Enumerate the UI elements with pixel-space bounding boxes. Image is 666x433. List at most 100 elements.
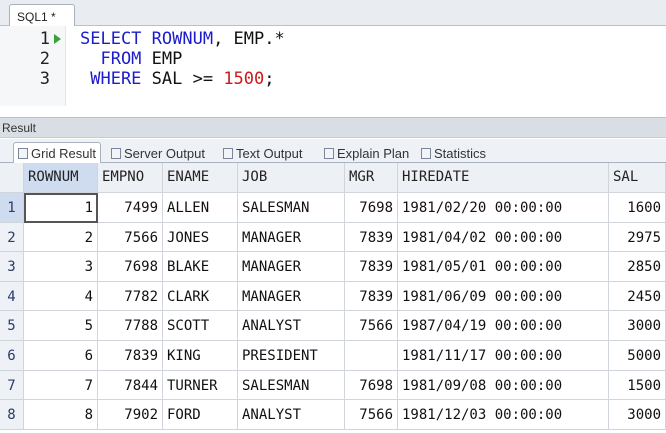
- grid-cell-job[interactable]: MANAGER: [238, 281, 345, 312]
- grid-cell-mgr[interactable]: 7839: [345, 281, 398, 312]
- code-line: 1 SELECT ROWNUM, EMP.*: [0, 29, 666, 49]
- row-header[interactable]: 3: [0, 252, 24, 282]
- tab-text-output[interactable]: Text Output: [218, 142, 307, 163]
- result-grid[interactable]: ROWNUM EMPNO ENAME JOB MGR HIREDATE SAL 1 1 7499 A…: [0, 163, 666, 433]
- column-header-ename[interactable]: ENAME: [163, 163, 238, 193]
- column-header-empno[interactable]: EMPNO: [98, 163, 163, 193]
- grid-cell-rownum[interactable]: 8: [24, 400, 98, 430]
- text-output-icon: [223, 148, 233, 159]
- grid-cell-hiredate[interactable]: 1981/11/17 00:00:00: [398, 341, 609, 371]
- grid-cell-sal[interactable]: 2850: [609, 252, 666, 282]
- grid-cell-job[interactable]: SALESMAN: [238, 370, 345, 401]
- grid-cell-rownum[interactable]: 6: [24, 341, 98, 371]
- grid-cell-empno[interactable]: 7698: [98, 252, 163, 282]
- grid-cell-rownum[interactable]: 7: [24, 370, 98, 401]
- tab-statistics[interactable]: Statistics: [416, 142, 491, 163]
- grid-cell-sal[interactable]: 2450: [609, 281, 666, 312]
- grid-cell-ename[interactable]: SCOTT: [163, 311, 238, 341]
- tab-label: Server Output: [124, 146, 205, 161]
- grid-cell-job[interactable]: ANALYST: [238, 311, 345, 341]
- code-line: 3 WHERE SAL >= 1500;: [0, 69, 666, 89]
- result-tab-bar: Grid Result Server Output Text Output Expla…: [0, 139, 666, 164]
- grid-cell-ename[interactable]: ALLEN: [163, 193, 238, 223]
- row-header[interactable]: 6: [0, 341, 24, 371]
- tab-label: Text Output: [236, 146, 303, 161]
- row-header[interactable]: 1: [0, 193, 24, 223]
- grid-cell-mgr[interactable]: 7698: [345, 370, 398, 401]
- result-panel-title: Result: [0, 117, 666, 138]
- explain-plan-icon: [324, 148, 334, 159]
- column-header-sal[interactable]: SAL: [609, 163, 666, 193]
- grid-cell-empno[interactable]: 7788: [98, 311, 163, 341]
- tab-grid-result[interactable]: Grid Result: [13, 142, 102, 164]
- row-header[interactable]: 8: [0, 400, 24, 430]
- grid-cell-sal[interactable]: 3000: [609, 311, 666, 341]
- sql-code: WHERE SAL >= 1500;: [80, 69, 275, 89]
- grid-cell-empno[interactable]: 7902: [98, 400, 163, 430]
- grid-cell-job[interactable]: MANAGER: [238, 222, 345, 253]
- sql-editor[interactable]: 1 SELECT ROWNUM, EMP.* 2 FROM EMP 3 WHERE S…: [0, 26, 666, 106]
- row-header[interactable]: 7: [0, 370, 24, 401]
- sql-code: SELECT ROWNUM, EMP.*: [80, 29, 285, 49]
- tab-server-output[interactable]: Server Output: [106, 142, 210, 163]
- grid-cell-ename[interactable]: FORD: [163, 400, 238, 430]
- tab-sql1[interactable]: SQL1 *: [9, 4, 75, 27]
- grid-cell-mgr[interactable]: 7698: [345, 193, 398, 223]
- column-header-mgr[interactable]: MGR: [345, 163, 398, 193]
- tab-label: Grid Result: [31, 146, 97, 161]
- grid-cell-hiredate[interactable]: 1981/09/08 00:00:00: [398, 370, 609, 401]
- column-header-rownum[interactable]: ROWNUM: [24, 163, 98, 193]
- grid-cell-empno[interactable]: 7782: [98, 281, 163, 312]
- grid-cell-rownum[interactable]: 5: [24, 311, 98, 341]
- grid-cell-empno[interactable]: 7839: [98, 341, 163, 371]
- row-header[interactable]: 2: [0, 222, 24, 253]
- line-number: 2: [39, 49, 50, 69]
- grid-cell-empno[interactable]: 7566: [98, 222, 163, 253]
- grid-cell-mgr[interactable]: 7839: [345, 252, 398, 282]
- grid-cell-sal[interactable]: 5000: [609, 341, 666, 371]
- grid-cell-job[interactable]: ANALYST: [238, 400, 345, 430]
- grid-cell-hiredate[interactable]: 1987/04/19 00:00:00: [398, 311, 609, 341]
- grid-cell-job[interactable]: MANAGER: [238, 252, 345, 282]
- grid-cell-sal[interactable]: 1600: [609, 193, 666, 223]
- row-header[interactable]: 5: [0, 311, 24, 341]
- grid-cell-sal[interactable]: 1500: [609, 370, 666, 401]
- grid-cell-rownum[interactable]: 2: [24, 222, 98, 253]
- grid-cell-mgr[interactable]: [345, 341, 398, 371]
- tab-label: Statistics: [434, 146, 487, 161]
- grid-icon: [18, 148, 28, 159]
- tab-explain-plan[interactable]: Explain Plan: [319, 142, 414, 163]
- grid-cell-mgr[interactable]: 7566: [345, 311, 398, 341]
- grid-cell-empno[interactable]: 7844: [98, 370, 163, 401]
- grid-corner[interactable]: [0, 163, 24, 193]
- grid-cell-hiredate[interactable]: 1981/02/20 00:00:00: [398, 193, 609, 223]
- grid-cell-sal[interactable]: 3000: [609, 400, 666, 430]
- grid-cell-mgr[interactable]: 7839: [345, 222, 398, 253]
- grid-cell-ename[interactable]: BLAKE: [163, 252, 238, 282]
- grid-cell-ename[interactable]: TURNER: [163, 370, 238, 401]
- column-header-job[interactable]: JOB: [238, 163, 345, 193]
- grid-cell-mgr[interactable]: 7566: [345, 400, 398, 430]
- grid-cell-ename[interactable]: JONES: [163, 222, 238, 253]
- statistics-icon: [421, 148, 431, 159]
- grid-cell-job[interactable]: PRESIDENT: [238, 341, 345, 371]
- row-header[interactable]: 4: [0, 281, 24, 312]
- grid-cell-rownum[interactable]: 4: [24, 281, 98, 312]
- grid-cell-hiredate[interactable]: 1981/05/01 00:00:00: [398, 252, 609, 282]
- server-output-icon: [111, 148, 121, 159]
- line-number: 3: [39, 69, 50, 89]
- grid-cell-rownum[interactable]: 3: [24, 252, 98, 282]
- grid-cell-rownum[interactable]: 1: [24, 193, 98, 223]
- grid-cell-empno[interactable]: 7499: [98, 193, 163, 223]
- grid-cell-ename[interactable]: KING: [163, 341, 238, 371]
- grid-cell-job[interactable]: SALESMAN: [238, 193, 345, 223]
- line-number: 1: [39, 29, 50, 49]
- grid-cell-hiredate[interactable]: 1981/06/09 00:00:00: [398, 281, 609, 312]
- column-header-hiredate[interactable]: HIREDATE: [398, 163, 609, 193]
- current-line-arrow-icon: [54, 34, 61, 44]
- grid-cell-hiredate[interactable]: 1981/04/02 00:00:00: [398, 222, 609, 253]
- grid-cell-ename[interactable]: CLARK: [163, 281, 238, 312]
- grid-cell-hiredate[interactable]: 1981/12/03 00:00:00: [398, 400, 609, 430]
- tab-label: Explain Plan: [337, 146, 410, 161]
- grid-cell-sal[interactable]: 2975: [609, 222, 666, 253]
